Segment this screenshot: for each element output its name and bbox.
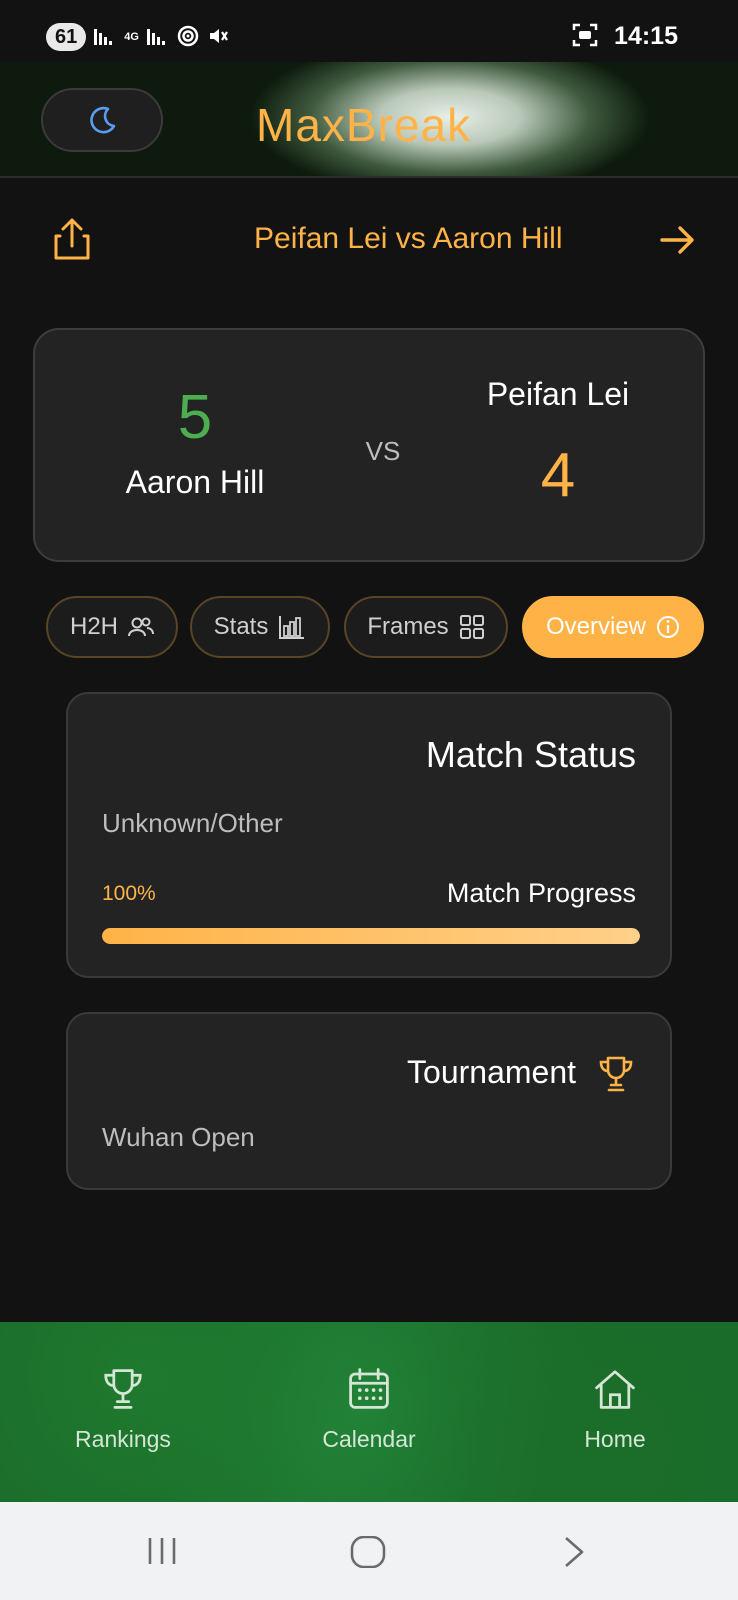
calendar-icon xyxy=(349,1368,389,1409)
tournament-name: Wuhan Open xyxy=(102,1122,255,1152)
trophy-icon xyxy=(104,1369,142,1409)
recent-apps-icon xyxy=(148,1538,176,1564)
moon-icon xyxy=(90,106,116,134)
trophy-icon xyxy=(599,1056,633,1092)
home-system-button[interactable] xyxy=(350,1535,386,1573)
nav-label: Home xyxy=(584,1426,646,1452)
nav-calendar[interactable]: Calendar xyxy=(294,1366,444,1453)
home-player-name: Aaron Hill xyxy=(125,464,265,500)
match-progress-label: Match Progress xyxy=(446,878,636,908)
app-title: MaxBreak xyxy=(256,99,472,151)
match-status-heading: Match Status xyxy=(425,734,636,775)
status-bar: 61 4G 14:15 xyxy=(0,0,738,62)
match-status-value: Unknown/Other xyxy=(102,808,283,838)
tab-stats[interactable]: Stats xyxy=(190,596,330,658)
battery-level: 61 xyxy=(46,23,87,51)
match-tabs: H2H Stats Frames Overview xyxy=(0,596,738,658)
next-match-button[interactable] xyxy=(658,220,700,262)
tournament-heading: Tournament xyxy=(407,1054,576,1090)
status-bar-left: 61 4G xyxy=(46,23,229,51)
tab-label: Overview xyxy=(545,613,647,640)
away-player-name: Peifan Lei xyxy=(486,376,630,412)
arrow-right-icon xyxy=(660,226,694,254)
recent-apps-button[interactable] xyxy=(146,1536,178,1571)
mute-icon xyxy=(207,25,229,50)
theme-toggle-button[interactable] xyxy=(41,88,163,152)
home-icon xyxy=(595,1370,635,1409)
nav-label: Rankings xyxy=(75,1426,171,1452)
signal-icon xyxy=(146,27,169,48)
share-icon xyxy=(54,218,90,260)
hotspot-icon xyxy=(177,25,199,50)
nav-label: Calendar xyxy=(322,1426,416,1452)
tab-overview[interactable]: Overview xyxy=(522,596,704,658)
bottom-navigation: Rankings Calendar Home xyxy=(0,1322,738,1502)
home-circle-icon xyxy=(350,1535,386,1569)
tab-label: H2H xyxy=(69,613,118,640)
clock: 14:15 xyxy=(614,22,678,50)
tab-label: Stats xyxy=(213,613,269,640)
match-status-card: Match Status Unknown/Other 100% Match Pr… xyxy=(66,692,672,978)
nav-rankings[interactable]: Rankings xyxy=(48,1366,198,1453)
match-title-row: Peifan Lei vs Aaron Hill xyxy=(0,200,738,280)
vs-label: VS xyxy=(365,436,401,466)
screenshot-icon xyxy=(572,23,598,50)
grid-icon xyxy=(459,615,484,639)
network-type: 4G xyxy=(124,31,139,43)
tab-label: Frames xyxy=(367,613,449,640)
back-button[interactable] xyxy=(562,1536,586,1573)
score-card: 5 Aaron Hill VS Peifan Lei 4 xyxy=(33,328,705,562)
chevron-right-icon xyxy=(565,1537,584,1567)
match-title: Peifan Lei vs Aaron Hill xyxy=(254,222,563,255)
system-navigation-bar xyxy=(0,1502,738,1600)
tab-h2h[interactable]: H2H xyxy=(46,596,178,658)
match-progress-bar xyxy=(102,928,640,944)
users-icon xyxy=(128,617,154,637)
away-score: 4 xyxy=(540,441,576,510)
match-progress-fill xyxy=(102,928,640,944)
match-progress-percent: 100% xyxy=(102,882,156,905)
tab-frames[interactable]: Frames xyxy=(344,596,508,658)
bar-chart-icon xyxy=(279,616,305,639)
status-bar-right: 14:15 xyxy=(572,22,678,51)
nav-home[interactable]: Home xyxy=(540,1366,690,1453)
app-header: MaxBreak xyxy=(0,62,738,178)
share-button[interactable] xyxy=(52,216,96,264)
info-icon xyxy=(657,616,680,638)
signal-icon xyxy=(94,27,116,48)
home-score: 5 xyxy=(177,383,213,452)
tournament-card: Tournament Wuhan Open xyxy=(66,1012,672,1190)
